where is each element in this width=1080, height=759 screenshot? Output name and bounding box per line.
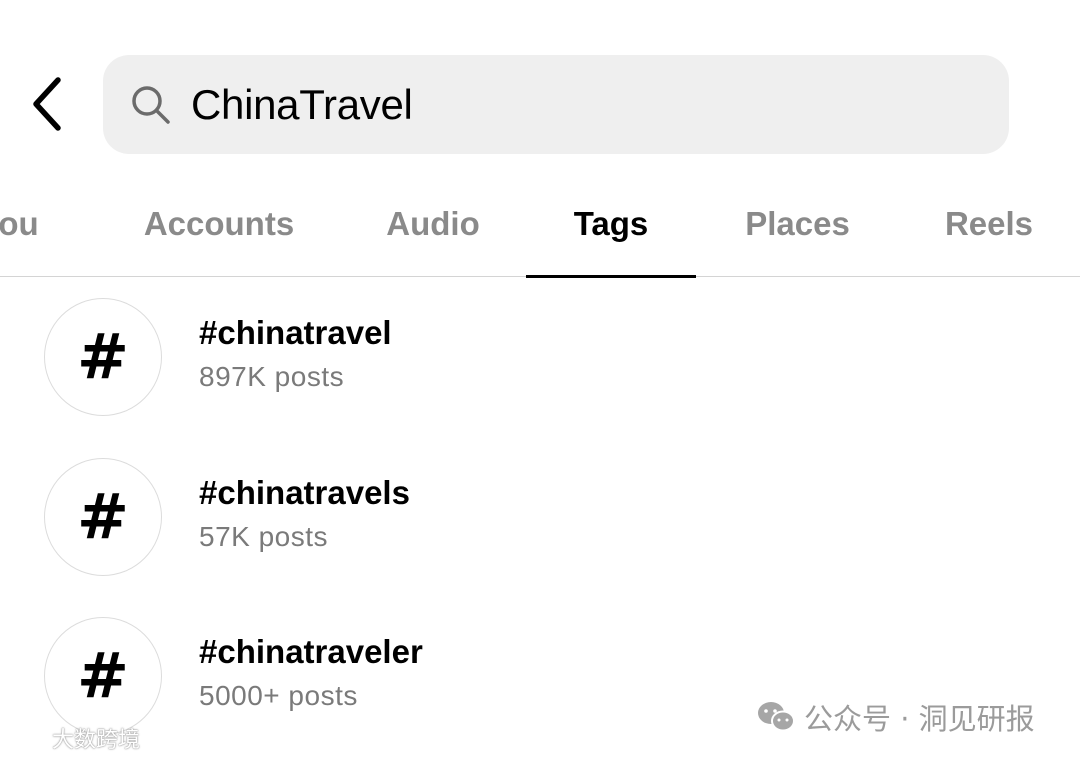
tab-tags[interactable]: Tags bbox=[526, 170, 696, 278]
tab-for-you[interactable]: you bbox=[0, 170, 70, 277]
tab-reels[interactable]: Reels bbox=[928, 170, 1050, 277]
tag-name: #chinatravels bbox=[199, 474, 410, 511]
hashtag-avatar: # bbox=[44, 458, 162, 576]
watermark-right-text: 公众号 · 洞见研报 bbox=[804, 702, 1035, 736]
search-icon bbox=[129, 83, 173, 127]
list-item[interactable]: # #chinatravels 57K posts bbox=[0, 458, 1080, 598]
tab-accounts[interactable]: Accounts bbox=[124, 170, 314, 277]
hashtag-avatar: # bbox=[44, 617, 162, 735]
chevron-left-icon bbox=[33, 77, 61, 131]
tag-post-count: 57K posts bbox=[199, 521, 329, 552]
watermark-left: 大数跨境 bbox=[8, 722, 140, 754]
watermark-right: 公众号 · 洞见研报 bbox=[756, 696, 1035, 738]
tab-places[interactable]: Places bbox=[725, 170, 870, 277]
tab-audio[interactable]: Audio bbox=[368, 170, 498, 277]
tag-name: #chinatraveler bbox=[199, 633, 423, 670]
watermark-logo-icon bbox=[9, 728, 48, 747]
back-button[interactable] bbox=[22, 72, 70, 136]
tag-name: #chinatravel bbox=[199, 314, 392, 351]
list-item[interactable]: # #chinatravel 897K posts bbox=[0, 298, 1080, 438]
search-tabs: you Accounts Audio Tags Places Reels bbox=[0, 170, 1080, 278]
tag-post-count: 897K posts bbox=[199, 361, 345, 392]
wechat-icon bbox=[758, 702, 795, 732]
hashtag-icon: # bbox=[77, 320, 129, 393]
hashtag-icon: # bbox=[77, 639, 129, 712]
search-input[interactable] bbox=[191, 80, 951, 129]
hashtag-avatar: # bbox=[44, 298, 162, 416]
search-bar[interactable] bbox=[103, 55, 1009, 154]
tag-post-count: 5000+ posts bbox=[199, 680, 358, 711]
hashtag-icon: # bbox=[77, 480, 129, 553]
watermark-left-text: 大数跨境 bbox=[52, 727, 141, 752]
